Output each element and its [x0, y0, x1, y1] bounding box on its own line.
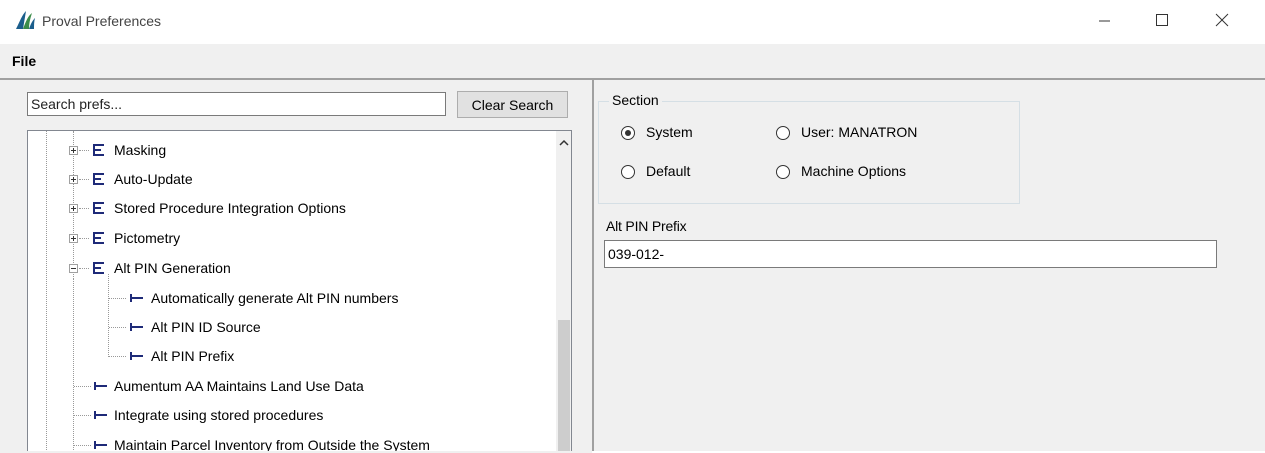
group-node-icon [93, 232, 104, 244]
collapse-icon[interactable] [69, 264, 78, 273]
group-node-icon [93, 262, 104, 274]
tree-scrollbar[interactable] [556, 131, 572, 451]
leaf-node-icon [94, 382, 107, 390]
expand-icon[interactable] [69, 234, 78, 243]
tree-node-auto-update[interactable]: Auto-Update [28, 166, 548, 192]
tree-leaf-aumentum-aa-maintains-land-use-data[interactable]: Aumentum AA Maintains Land Use Data [28, 373, 548, 399]
scroll-thumb[interactable] [558, 320, 570, 451]
alt-pin-prefix-label: Alt PIN Prefix [606, 218, 687, 234]
tree-leaf-automatically-generate-alt-pin-numbers[interactable]: Automatically generate Alt PIN numbers [28, 285, 548, 311]
tree-node-label: Masking [114, 142, 167, 158]
maximize-button[interactable] [1133, 0, 1191, 40]
tree-node-label: Maintain Parcel Inventory from Outside t… [114, 437, 430, 451]
minimize-icon [1099, 20, 1110, 22]
tree-node-label: Aumentum AA Maintains Land Use Data [114, 378, 364, 394]
scroll-up-arrow-icon[interactable] [556, 137, 572, 149]
maximize-icon [1156, 14, 1168, 26]
radio-button[interactable] [621, 165, 635, 179]
clear-search-button[interactable]: Clear Search [457, 91, 568, 118]
radio-label: Machine Options [801, 163, 907, 179]
tree-node-label: Auto-Update [114, 171, 193, 187]
tree-node-stored-procedure-integration-options[interactable]: Stored Procedure Integration Options [28, 195, 548, 221]
menu-bar: File [0, 44, 1265, 78]
tree-node-label: Automatically generate Alt PIN numbers [151, 290, 399, 306]
close-icon [1215, 13, 1229, 27]
panel-splitter[interactable] [582, 78, 592, 453]
group-node-icon [93, 173, 104, 185]
radio-button[interactable] [776, 126, 790, 140]
close-button[interactable] [1192, 0, 1250, 40]
menu-file[interactable]: File [12, 53, 36, 69]
radio-label: Default [646, 163, 691, 179]
minimize-button[interactable] [1075, 0, 1133, 40]
alt-pin-prefix-input[interactable] [604, 240, 1217, 268]
tree-node-alt-pin-generation[interactable]: Alt PIN Generation [28, 255, 548, 281]
tree-node-label: Integrate using stored procedures [114, 407, 324, 423]
radio-label: System [646, 124, 693, 140]
leaf-node-icon [130, 352, 143, 360]
title-bar: Proval Preferences [0, 0, 1265, 44]
tree-node-label: Alt PIN Generation [114, 260, 231, 276]
radio-button[interactable] [776, 165, 790, 179]
tree-leaf-alt-pin-prefix[interactable]: Alt PIN Prefix [28, 343, 548, 369]
window-title: Proval Preferences [42, 13, 162, 29]
expand-icon[interactable] [69, 146, 78, 155]
tree-node-label: Stored Procedure Integration Options [114, 200, 346, 216]
tree-node-label: Pictometry [114, 230, 181, 246]
section-legend: Section [609, 92, 662, 108]
tree-leaf-maintain-parcel-inventory[interactable]: Maintain Parcel Inventory from Outside t… [28, 432, 548, 451]
expand-icon[interactable] [69, 175, 78, 184]
tree-node-label: Alt PIN Prefix [151, 348, 235, 364]
search-input[interactable] [27, 92, 446, 116]
tree-node-masking[interactable]: Masking [28, 137, 548, 163]
section-group [598, 101, 1020, 204]
radio-label: User: MANATRON [801, 124, 918, 140]
group-node-icon [93, 144, 104, 156]
leaf-node-icon [94, 411, 107, 419]
tree-leaf-integrate-using-stored-procedures[interactable]: Integrate using stored procedures [28, 402, 548, 428]
tree-node-label: Alt PIN ID Source [151, 319, 261, 335]
group-node-icon [93, 202, 104, 214]
radio-button[interactable] [621, 126, 635, 140]
tree-leaf-alt-pin-id-source[interactable]: Alt PIN ID Source [28, 314, 548, 340]
leaf-node-icon [94, 441, 107, 449]
leaf-node-icon [130, 294, 143, 302]
proval-logo-icon [16, 11, 35, 29]
expand-icon[interactable] [69, 204, 78, 213]
leaf-node-icon [130, 323, 143, 331]
preferences-tree[interactable]: Masking Auto-Update Stored Procedure Int… [27, 130, 572, 451]
tree-node-pictometry[interactable]: Pictometry [28, 225, 548, 251]
